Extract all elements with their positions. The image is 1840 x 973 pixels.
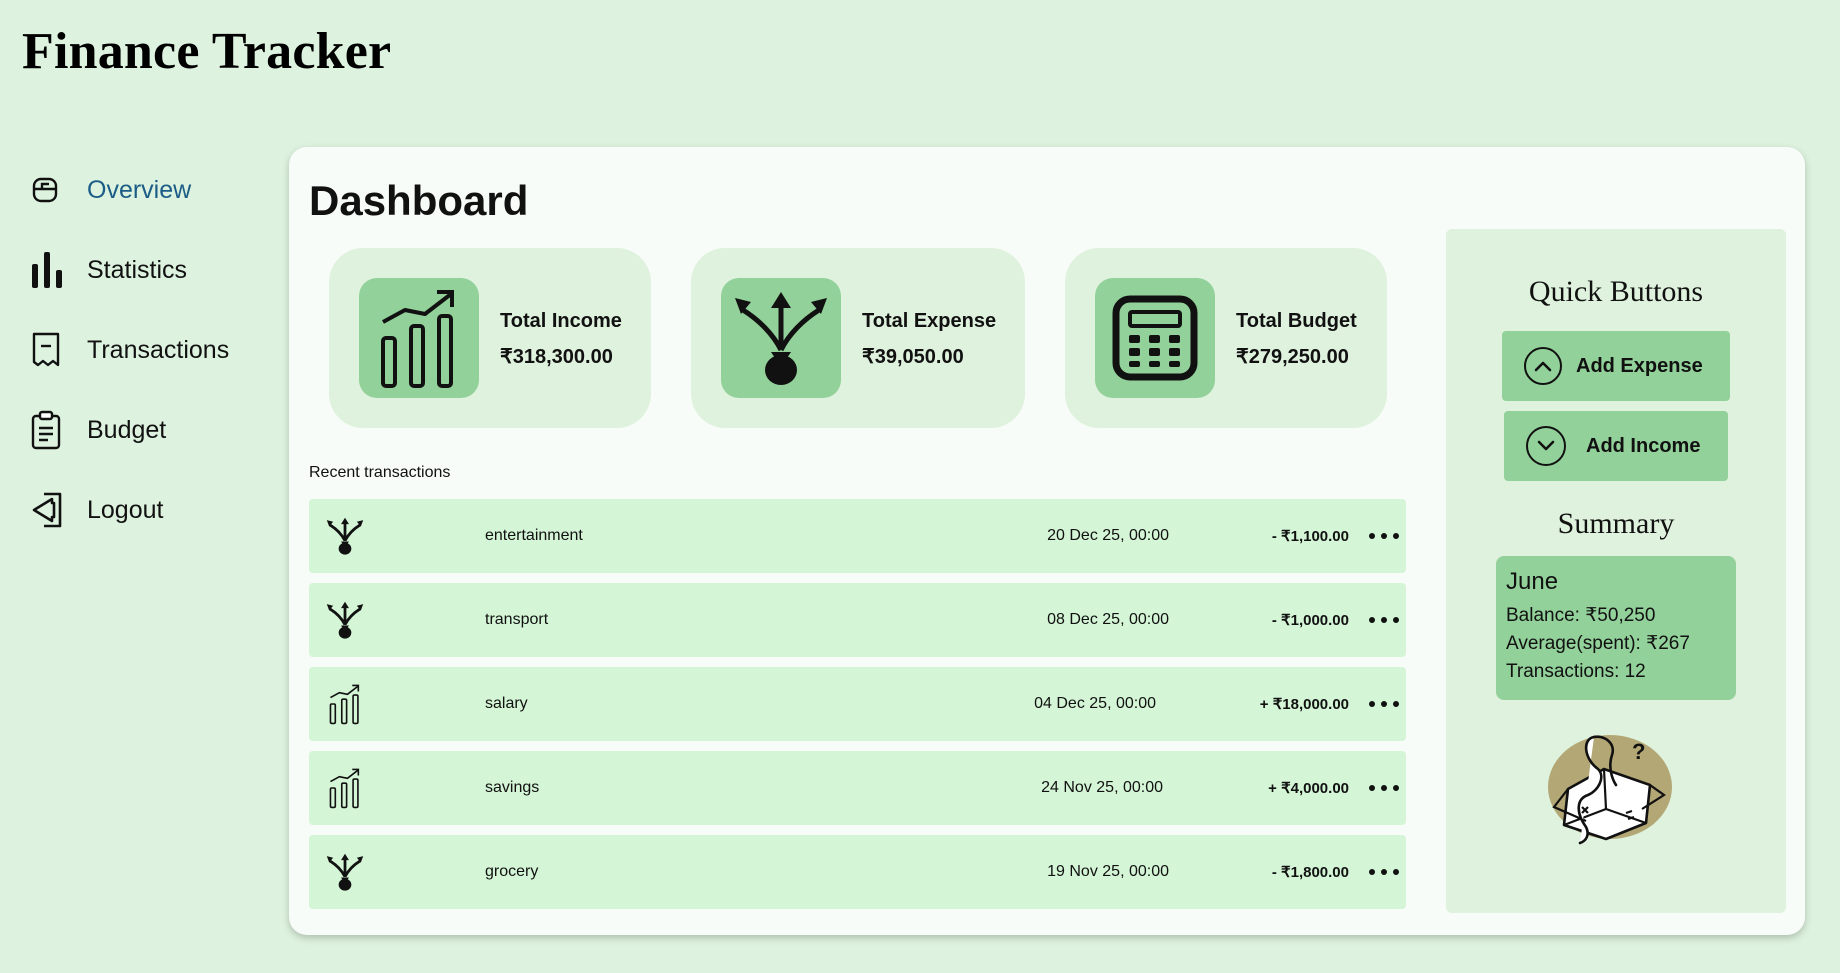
add-income-label: Add Income xyxy=(1586,434,1701,457)
stat-value: ₹39,050.00 xyxy=(862,346,964,368)
stat-value: ₹318,300.00 xyxy=(500,346,613,368)
add-income-button[interactable]: Add Income xyxy=(1504,411,1728,481)
transaction-list: entertainment 20 Dec 25, 00:00 - ₹1,100.… xyxy=(309,499,1406,919)
stat-label: Total Expense xyxy=(862,310,997,332)
quick-buttons-title: Quick Buttons xyxy=(1528,275,1704,308)
income-icon xyxy=(323,766,367,810)
summary-month: June xyxy=(1506,568,1559,595)
transaction-amount: + ₹18,000.00 xyxy=(1259,696,1349,713)
logout-icon xyxy=(30,488,74,532)
expense-icon xyxy=(323,514,367,558)
transaction-date: 19 Nov 25, 00:00 xyxy=(1047,863,1169,880)
income-chart-icon xyxy=(359,278,479,398)
sidebar-item-label: Statistics xyxy=(87,255,188,284)
table-row[interactable]: entertainment 20 Dec 25, 00:00 - ₹1,100.… xyxy=(309,499,1406,573)
expense-icon xyxy=(323,598,367,642)
table-row[interactable]: savings 24 Nov 25, 00:00 + ₹4,000.00 xyxy=(309,751,1406,825)
total-income-card: Total Income ₹318,300.00 xyxy=(329,248,651,428)
sidebar-item-label: Budget xyxy=(87,415,167,444)
page-title: Dashboard xyxy=(309,177,529,224)
app-title: Finance Tracker xyxy=(22,23,392,80)
transaction-category: salary xyxy=(485,695,528,712)
add-expense-label: Add Expense xyxy=(1576,354,1703,377)
more-options-icon[interactable] xyxy=(1364,773,1404,803)
transaction-date: 08 Dec 25, 00:00 xyxy=(1047,611,1169,628)
summary-transactions: Transactions: 12 xyxy=(1506,661,1646,682)
dashboard-panel: Dashboard Total Income ₹318,300.00 Total… xyxy=(289,147,1805,935)
statistics-icon xyxy=(30,248,74,292)
sidebar-item-transactions[interactable]: Transactions xyxy=(30,310,270,390)
calculator-icon xyxy=(1095,278,1215,398)
add-expense-button[interactable]: Add Expense xyxy=(1502,331,1730,401)
quick-actions-panel: Quick Buttons Add Expense Add Income Sum… xyxy=(1446,229,1786,913)
income-icon xyxy=(323,682,367,726)
transaction-amount: - ₹1,000.00 xyxy=(1271,612,1349,629)
summary-balance: Balance: ₹50,250 xyxy=(1506,605,1656,626)
table-row[interactable]: salary 04 Dec 25, 00:00 + ₹18,000.00 xyxy=(309,667,1406,741)
sidebar-item-logout[interactable]: Logout xyxy=(30,470,270,550)
transaction-amount: - ₹1,800.00 xyxy=(1271,864,1349,881)
more-options-icon[interactable] xyxy=(1364,689,1404,719)
sidebar-nav: Overview Statistics Transactions Budget … xyxy=(30,150,270,550)
more-options-icon[interactable] xyxy=(1364,605,1404,635)
sidebar-item-label: Transactions xyxy=(87,335,230,364)
transaction-category: grocery xyxy=(485,863,539,880)
sidebar-item-statistics[interactable]: Statistics xyxy=(30,230,270,310)
empty-box-illustration: ? xyxy=(1546,729,1686,849)
summary-average: Average(spent): ₹267 xyxy=(1506,633,1690,654)
sidebar-item-label: Logout xyxy=(87,495,164,524)
chevron-up-icon xyxy=(1524,347,1562,385)
transaction-category: transport xyxy=(485,611,549,628)
sidebar-item-overview[interactable]: Overview xyxy=(30,150,270,230)
more-options-icon[interactable] xyxy=(1364,857,1404,887)
overview-icon xyxy=(30,168,74,212)
more-options-icon[interactable] xyxy=(1364,521,1404,551)
stat-label: Total Budget xyxy=(1236,310,1357,332)
summary-title: Summary xyxy=(1557,507,1675,540)
transaction-amount: + ₹4,000.00 xyxy=(1268,780,1349,797)
transaction-date: 24 Nov 25, 00:00 xyxy=(1041,779,1163,796)
expense-icon xyxy=(323,850,367,894)
stat-value: ₹279,250.00 xyxy=(1236,346,1349,368)
total-expense-card: Total Expense ₹39,050.00 xyxy=(691,248,1025,428)
recent-transactions-label: Recent transactions xyxy=(309,464,451,481)
sidebar-item-label: Overview xyxy=(87,175,192,204)
transaction-category: entertainment xyxy=(485,527,583,544)
table-row[interactable]: transport 08 Dec 25, 00:00 - ₹1,000.00 xyxy=(309,583,1406,657)
transaction-date: 20 Dec 25, 00:00 xyxy=(1047,527,1169,544)
transaction-category: savings xyxy=(485,779,540,796)
svg-text:?: ? xyxy=(1632,739,1645,764)
transaction-amount: - ₹1,100.00 xyxy=(1271,528,1349,545)
table-row[interactable]: grocery 19 Nov 25, 00:00 - ₹1,800.00 xyxy=(309,835,1406,909)
transaction-date: 04 Dec 25, 00:00 xyxy=(1034,695,1156,712)
money-bag-split-icon xyxy=(721,278,841,398)
total-budget-card: Total Budget ₹279,250.00 xyxy=(1065,248,1387,428)
receipt-icon xyxy=(30,328,74,372)
summary-card: June Balance: ₹50,250 Average(spent): ₹2… xyxy=(1496,556,1736,700)
stat-label: Total Income xyxy=(500,310,622,332)
chevron-down-icon xyxy=(1526,426,1566,466)
sidebar-item-budget[interactable]: Budget xyxy=(30,390,270,470)
clipboard-icon xyxy=(30,408,74,452)
